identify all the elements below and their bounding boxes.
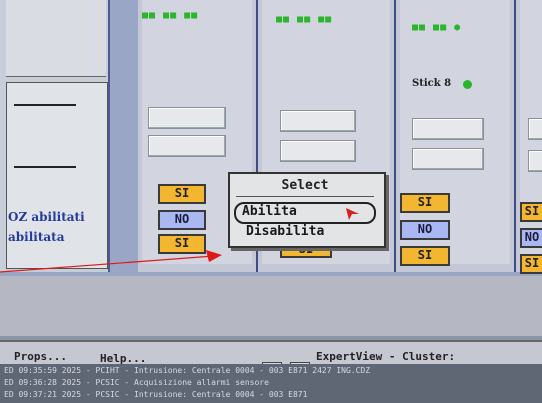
log-line: ED 09:35:59 2025 - PCIHT - Intrusione: C… (4, 366, 371, 375)
props-menu[interactable]: Props... (14, 350, 67, 363)
window-title: ExpertView - Cluster: (316, 350, 456, 363)
log-line: ED 09:36:28 2025 - PCSIC - Acquisizione … (4, 378, 269, 387)
log-line: ED 09:37:21 2025 - PCSIC - Intrusione: C… (4, 390, 308, 399)
status-strip (0, 276, 542, 336)
event-log: ED 09:35:59 2025 - PCIHT - Intrusione: C… (0, 364, 542, 403)
